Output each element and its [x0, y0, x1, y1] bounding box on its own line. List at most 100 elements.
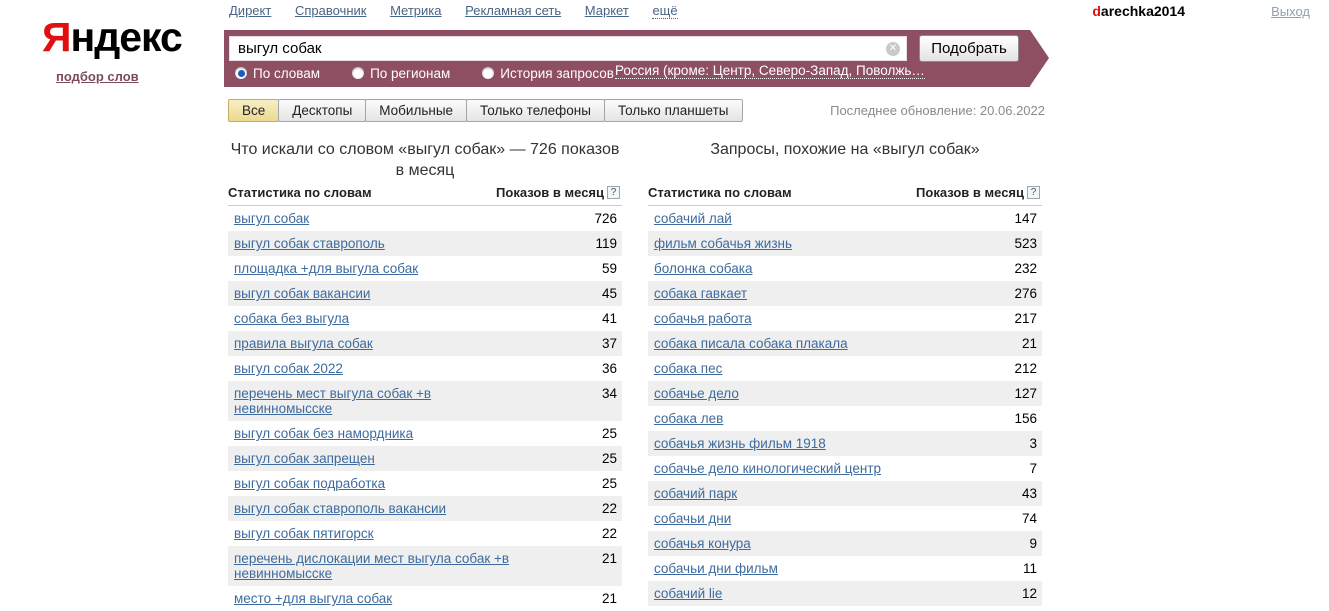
phrase-link[interactable]: выгул собак ставрополь — [234, 236, 385, 251]
top-nav: Директ Справочник Метрика Рекламная сеть… — [229, 3, 698, 18]
table-row: собака писала собака плакала 21 — [648, 331, 1042, 356]
col-phrase-header: Статистика по словам — [648, 185, 792, 200]
table-row: собачий парк 43 — [648, 481, 1042, 506]
radio-icon — [352, 67, 364, 79]
nav-link[interactable]: ещё — [652, 3, 677, 19]
phrase-link[interactable]: собака писала собака плакала — [654, 336, 848, 351]
nav-link[interactable]: Справочник — [295, 3, 367, 18]
phrase-link[interactable]: болонка собака — [654, 261, 752, 276]
search-input[interactable] — [230, 37, 906, 60]
device-tabs: Все Десктопы Мобильные Только телефоны Т… — [228, 99, 742, 122]
phrase-link[interactable]: собачья работа — [654, 311, 752, 326]
phrase-link[interactable]: правила выгула собак — [234, 336, 373, 351]
phrase-link[interactable]: собачья конура — [654, 536, 751, 551]
impressions-count: 7 — [1029, 461, 1037, 476]
impressions-count: 21 — [602, 551, 617, 566]
impressions-count: 25 — [602, 426, 617, 441]
impressions-count: 276 — [1014, 286, 1037, 301]
table-row: собачье дело 127 — [648, 381, 1042, 406]
phrase-link[interactable]: перечень дислокации мест выгула собак +в… — [234, 551, 519, 581]
left-table-title: Что искали со словом «выгул собак» — 726… — [228, 139, 622, 183]
search-mode-radio[interactable]: По словам — [235, 66, 320, 81]
yandex-logo[interactable]: Яндекс — [42, 14, 182, 61]
similar-queries-table: Запросы, похожие на «выгул собак» Статис… — [648, 139, 1042, 606]
impressions-count: 36 — [602, 361, 617, 376]
impressions-count: 34 — [602, 386, 617, 401]
phrase-link[interactable]: перечень мест выгула собак +в невинномыс… — [234, 386, 519, 416]
phrase-link[interactable]: выгул собак запрещен — [234, 451, 375, 466]
help-icon[interactable]: ? — [607, 186, 620, 199]
search-mode-radio[interactable]: По регионам — [352, 66, 450, 81]
phrase-link[interactable]: собачье дело кинологический центр — [654, 461, 881, 476]
impressions-count: 523 — [1014, 236, 1037, 251]
device-tab[interactable]: Только телефоны — [466, 99, 605, 122]
phrase-link[interactable]: выгул собак подработка — [234, 476, 385, 491]
phrase-link[interactable]: собака гавкает — [654, 286, 747, 301]
phrase-link[interactable]: место +для выгула собак — [234, 591, 392, 606]
table-row: собака лев 156 — [648, 406, 1042, 431]
table-row: выгул собак запрещен 25 — [228, 446, 622, 471]
search-mode-label: По регионам — [370, 66, 450, 81]
col-count-label: Показов в месяц — [496, 185, 604, 200]
phrase-link[interactable]: выгул собак вакансии — [234, 286, 370, 301]
searched-with-word-table: Что искали со словом «выгул собак» — 726… — [228, 139, 622, 611]
phrase-link[interactable]: собачье дело — [654, 386, 739, 401]
nav-link[interactable]: Маркет — [585, 3, 629, 18]
table-row: фильм собачья жизнь 523 — [648, 231, 1042, 256]
submit-button[interactable]: Подобрать — [919, 35, 1019, 62]
table-row: выгул собак без намордника 25 — [228, 421, 622, 446]
phrase-link[interactable]: выгул собак пятигорск — [234, 526, 374, 541]
help-icon[interactable]: ? — [1027, 186, 1040, 199]
phrase-link[interactable]: собачий лай — [654, 211, 732, 226]
table-row: болонка собака 232 — [648, 256, 1042, 281]
region-link[interactable]: Россия (кроме: Центр, Северо-Запад, Пово… — [615, 63, 925, 79]
phrase-link[interactable]: собачья жизнь фильм 1918 — [654, 436, 826, 451]
phrase-link[interactable]: выгул собак 2022 — [234, 361, 343, 376]
left-table-rows: выгул собак 726 выгул собак ставрополь 1… — [228, 206, 622, 611]
table-row: собачье дело кинологический центр 7 — [648, 456, 1042, 481]
clear-icon[interactable]: ✕ — [886, 42, 900, 56]
phrase-link[interactable]: выгул собак ставрополь вакансии — [234, 501, 446, 516]
impressions-count: 212 — [1014, 361, 1037, 376]
username: darechka2014 — [1092, 3, 1185, 19]
phrase-link[interactable]: собачьи дни фильм — [654, 561, 778, 576]
phrase-link[interactable]: собачий парк — [654, 486, 737, 501]
impressions-count: 9 — [1029, 536, 1037, 551]
phrase-link[interactable]: собачьи дни — [654, 511, 731, 526]
phrase-link[interactable]: выгул собак — [234, 211, 309, 226]
table-row: собачьи дни фильм 11 — [648, 556, 1042, 581]
col-phrase-header: Статистика по словам — [228, 185, 372, 200]
search-mode-radio[interactable]: История запросов — [482, 66, 614, 81]
phrase-link[interactable]: выгул собак без намордника — [234, 426, 413, 441]
table-row: место +для выгула собак 21 — [228, 586, 622, 611]
col-count-header: Показов в месяц ? — [916, 185, 1040, 200]
table-row: выгул собак ставрополь 119 — [228, 231, 622, 256]
device-tab[interactable]: Мобильные — [365, 99, 467, 122]
device-tab[interactable]: Все — [228, 99, 279, 122]
phrase-link[interactable]: собака лев — [654, 411, 723, 426]
nav-link[interactable]: Рекламная сеть — [465, 3, 561, 18]
search-panel: ✕ Подобрать По словам По регионам Истори… — [224, 30, 1030, 87]
logout-link[interactable]: Выход — [1271, 4, 1310, 19]
impressions-count: 3 — [1029, 436, 1037, 451]
impressions-count: 127 — [1014, 386, 1037, 401]
phrase-link[interactable]: площадка +для выгула собак — [234, 261, 418, 276]
phrase-link[interactable]: собачий lie — [654, 586, 722, 601]
impressions-count: 119 — [595, 236, 617, 251]
table-row: собачий лай 147 — [648, 206, 1042, 231]
nav-link[interactable]: Директ — [229, 3, 271, 18]
device-tab[interactable]: Только планшеты — [604, 99, 743, 122]
table-row: площадка +для выгула собак 59 — [228, 256, 622, 281]
phrase-link[interactable]: собака без выгула — [234, 311, 349, 326]
impressions-count: 41 — [602, 311, 617, 326]
radio-icon — [482, 67, 494, 79]
nav-link[interactable]: Метрика — [390, 3, 441, 18]
table-row: собачья работа 217 — [648, 306, 1042, 331]
device-tab[interactable]: Десктопы — [278, 99, 366, 122]
wordstat-home-link[interactable]: подбор слов — [56, 69, 139, 84]
phrase-link[interactable]: фильм собачья жизнь — [654, 236, 792, 251]
impressions-count: 11 — [1023, 561, 1037, 576]
impressions-count: 25 — [602, 451, 617, 466]
phrase-link[interactable]: собака пес — [654, 361, 722, 376]
table-row: собачьи дни 74 — [648, 506, 1042, 531]
